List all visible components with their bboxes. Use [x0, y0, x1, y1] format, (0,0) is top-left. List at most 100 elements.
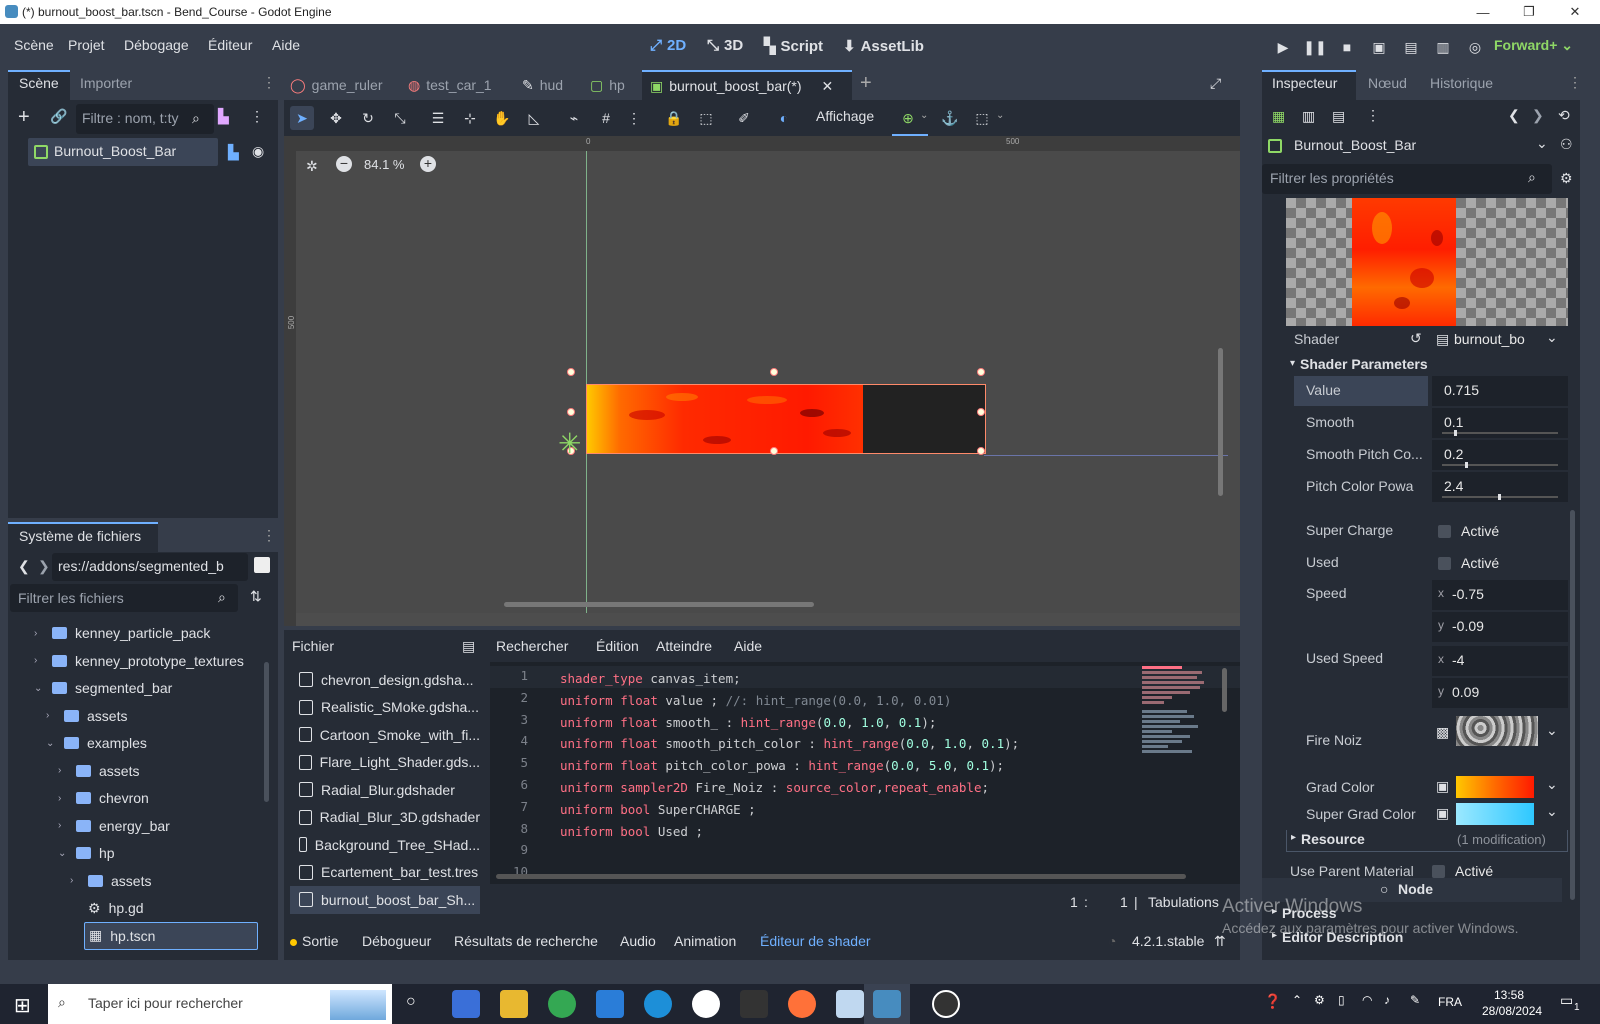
workspace-3d-button[interactable]: ⤡ 3D: [707, 37, 743, 54]
file-tree-item[interactable]: › kenney_particle_pack: [8, 619, 258, 647]
engine-version[interactable]: 4.2.1.stable: [1132, 933, 1204, 949]
google-icon[interactable]: [692, 990, 720, 1018]
param-slider-track[interactable]: [1442, 494, 1558, 500]
param-slider-track[interactable]: [1442, 430, 1558, 436]
override-camera-icon[interactable]: ◐: [772, 106, 796, 130]
menu-help[interactable]: Aide: [272, 37, 300, 53]
wifi-icon[interactable]: ◠: [1362, 993, 1372, 1007]
sort-icon[interactable]: ⇅: [250, 588, 262, 605]
chevron-right-icon[interactable]: ›: [34, 655, 46, 666]
remote-debug-icon[interactable]: ▣: [1368, 36, 1390, 58]
anchor-gizmo-icon[interactable]: ✳: [558, 430, 581, 458]
file-tree-item[interactable]: › assets: [8, 867, 258, 895]
grad-color-picker[interactable]: ▣ ⌄: [1432, 774, 1568, 800]
chevron-down-icon[interactable]: ⌄: [34, 683, 46, 694]
super-grad-color-picker[interactable]: ▣ ⌄: [1432, 801, 1568, 827]
history-forward-icon[interactable]: ❯: [1532, 107, 1544, 124]
canvas-viewport[interactable]: 0 500 500 ✲ − 84.1 % + ✳: [284, 136, 1240, 626]
play-scene-icon[interactable]: ▤: [1400, 36, 1422, 58]
scene-filter-field[interactable]: Filtre : nom, t:ty ⌕: [76, 104, 214, 134]
tray-app-icon[interactable]: ⚙: [1314, 993, 1325, 1007]
stop-icon[interactable]: ■: [1336, 36, 1358, 58]
used-speed-x-field[interactable]: x -4: [1432, 646, 1568, 676]
zoom-level[interactable]: 84.1 %: [364, 157, 404, 172]
list-select-icon[interactable]: ☰: [426, 106, 450, 130]
viewport-v-scrollbar[interactable]: [1218, 348, 1223, 496]
param-value-field[interactable]: 0.715: [1432, 376, 1568, 406]
tab-import[interactable]: Importer: [80, 75, 132, 91]
store-icon[interactable]: [452, 990, 480, 1018]
shader-resource-picker[interactable]: ▤ burnout_bo ⌄: [1432, 326, 1568, 354]
zoom-out-icon[interactable]: −: [336, 156, 352, 172]
indent-mode[interactable]: Tabulations: [1148, 894, 1219, 910]
shader-file-item[interactable]: Ecartement_bar_test.tres: [290, 859, 480, 887]
volume-icon[interactable]: ♪: [1384, 993, 1390, 1007]
back-icon[interactable]: ❮: [18, 558, 30, 575]
add-anchor-icon[interactable]: ⊕: [896, 106, 920, 130]
bone-icon[interactable]: ✐: [732, 106, 756, 130]
snap-options-icon[interactable]: ⋮: [622, 106, 646, 130]
anchor-icon[interactable]: ⚓: [938, 106, 962, 130]
param-value-field[interactable]: 0.1: [1432, 408, 1568, 438]
grid-snap-icon[interactable]: #: [594, 106, 618, 130]
load-resource-icon[interactable]: ▥: [1302, 108, 1315, 125]
resize-handle-br[interactable]: [977, 447, 985, 455]
resize-handle-tr[interactable]: [977, 368, 985, 376]
file-tree-item[interactable]: › kenney_prototype_textures: [8, 647, 258, 675]
select-tool-icon[interactable]: ➤: [290, 106, 314, 130]
battery-icon[interactable]: ▯: [1338, 993, 1345, 1007]
shader-menu-search[interactable]: Rechercher: [496, 638, 568, 654]
scene-tab-hud[interactable]: ✎ hud: [522, 70, 563, 100]
lock-icon[interactable]: 🔒: [662, 106, 686, 130]
resource-section[interactable]: ▸ Resource (1 modification): [1286, 830, 1568, 852]
node-docs-icon[interactable]: ⚇: [1560, 136, 1573, 153]
menu-project[interactable]: Projet: [68, 37, 105, 53]
bottom-tab-output[interactable]: Sortie: [302, 933, 339, 949]
task-view-icon[interactable]: ○: [406, 993, 416, 1011]
play-icon[interactable]: ▶: [1272, 36, 1294, 58]
shader-file-item[interactable]: Radial_Blur_3D.gdshader: [290, 804, 480, 832]
chevron-right-icon[interactable]: ›: [58, 765, 70, 776]
tab-history[interactable]: Historique: [1430, 75, 1493, 91]
inspector-tools-icon[interactable]: ⚙: [1560, 170, 1573, 187]
bottom-tab-audio[interactable]: Audio: [620, 933, 656, 949]
bottom-tab-debugger[interactable]: Débogueur: [362, 933, 431, 949]
param-value-field[interactable]: 2.4: [1432, 472, 1568, 502]
shader-menu-file[interactable]: Fichier: [292, 638, 334, 654]
speed-x-field[interactable]: x -0.75: [1432, 580, 1568, 610]
file-tree-item[interactable]: ⌄ hp: [8, 839, 258, 867]
code-minimap[interactable]: [1142, 662, 1212, 830]
shader-file-item[interactable]: Realistic_SMoke.gdsha...: [290, 694, 480, 722]
language-indicator[interactable]: FRA: [1438, 995, 1462, 1009]
file-filter-field[interactable]: Filtrer les fichiers ⌕: [10, 584, 238, 612]
menu-debug[interactable]: Débogage: [124, 37, 189, 53]
chevron-right-icon[interactable]: ›: [46, 710, 58, 721]
param-slider-track[interactable]: [1442, 462, 1558, 468]
new-resource-icon[interactable]: ▦: [1272, 108, 1285, 125]
resize-handle-bottom[interactable]: [770, 447, 778, 455]
inspector-scrollbar[interactable]: [1570, 510, 1575, 900]
clock-date[interactable]: 28/08/2024: [1482, 1004, 1542, 1018]
maximize-button[interactable]: ❐: [1506, 0, 1552, 24]
dock-menu-icon[interactable]: ⋮: [262, 74, 276, 91]
viewport-h-scrollbar[interactable]: [504, 602, 814, 607]
collapse-arrow-icon[interactable]: ▾: [1290, 358, 1295, 369]
code-h-scrollbar[interactable]: [496, 874, 1186, 879]
shader-file-item[interactable]: Cartoon_Smoke_with_fi...: [290, 721, 480, 749]
obs-icon[interactable]: [932, 990, 960, 1018]
scene-tab-hp[interactable]: ▢ hp: [590, 70, 625, 100]
canvas-area[interactable]: [296, 151, 1240, 613]
code-editor[interactable]: 1 2 3 4 5 6 7 8 9 10 shader_type canvas_item; uni…: [490, 662, 1240, 884]
notification-icon[interactable]: ▭: [1560, 992, 1573, 1009]
reset-icon[interactable]: ↺: [1410, 330, 1422, 347]
movie-maker-icon[interactable]: ◎: [1464, 36, 1486, 58]
file-explorer-icon[interactable]: [500, 990, 528, 1018]
close-window-button[interactable]: ✕: [1552, 0, 1598, 24]
mail-icon[interactable]: [596, 990, 624, 1018]
resize-handle-left[interactable]: [567, 408, 575, 416]
shader-menu-goto[interactable]: Atteindre: [656, 638, 712, 654]
file-tree-item[interactable]: › assets: [8, 702, 258, 730]
filesystem-menu-icon[interactable]: ⋮: [262, 527, 276, 544]
help-icon[interactable]: ❓: [1264, 993, 1281, 1010]
file-tree-item[interactable]: › energy_bar: [8, 812, 258, 840]
